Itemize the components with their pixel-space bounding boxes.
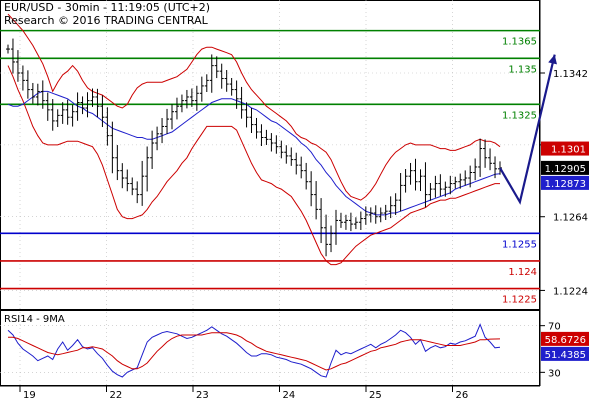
bollinger-bands (7, 13, 501, 266)
price-badge-candle-label: 1.12905 (545, 164, 586, 175)
moving-average (7, 90, 501, 216)
level-label-support: 1.124 (508, 267, 537, 278)
key-levels: 1.1365 1.135 1.1325 1.1255 1.124 1.1225 (0, 29, 540, 306)
chart-root: 1.1365 1.135 1.1325 1.1255 1.124 1.1225 19 22 2… (0, 0, 590, 401)
bollinger-lower-line (7, 65, 500, 266)
rsi-badge-rsi-label: 51.4385 (545, 350, 586, 361)
level-label-resistance: 1.1365 (502, 37, 537, 48)
ma-line (7, 90, 501, 216)
level-label-resistance: 1.135 (508, 64, 537, 75)
x-tick-label: 26 (456, 390, 469, 400)
y-tick-label: 1.1264 (553, 213, 588, 224)
rsi-y-tick-label: 30 (548, 368, 561, 379)
price-bars (6, 38, 502, 257)
chart-header-copyright: Research © 2016 TRADING CENTRAL (4, 14, 208, 27)
level-label-support: 1.1225 (502, 295, 537, 306)
rsi-lines (7, 323, 501, 378)
x-tick-label: 22 (110, 390, 123, 400)
x-tick-label: 23 (196, 390, 209, 400)
bollinger-upper-line (7, 13, 501, 201)
forecast-arrowhead (548, 54, 557, 65)
level-label-pivot: 1.1255 (502, 239, 537, 250)
rsi-badge-rsi_signal-label: 58.6726 (545, 335, 586, 346)
rsi-panel-title: RSI14 - 9MA (4, 314, 65, 325)
y-tick-label: 1.1224 (553, 286, 588, 297)
x-tick-label: 24 (283, 390, 296, 400)
chart-svg: 1.1365 1.135 1.1325 1.1255 1.124 1.1225 19 22 2… (0, 0, 589, 401)
chart-header-title: EUR/USD - 30min - 11:19:05 (UTC+2) (4, 1, 211, 14)
x-tick-label: 19 (23, 390, 36, 400)
price-badge-support-label: 1.1301 (551, 145, 586, 156)
level-label-resistance: 1.1325 (502, 110, 537, 121)
x-tick-label: 25 (369, 390, 382, 400)
rsi-y-tick-label: 70 (548, 322, 561, 333)
y-tick-label: 1.1342 (553, 69, 588, 80)
price-panel-frame (0, 0, 540, 310)
rsi-line-rsi (7, 323, 501, 378)
price-badge-ma-label: 1.12873 (545, 179, 586, 190)
